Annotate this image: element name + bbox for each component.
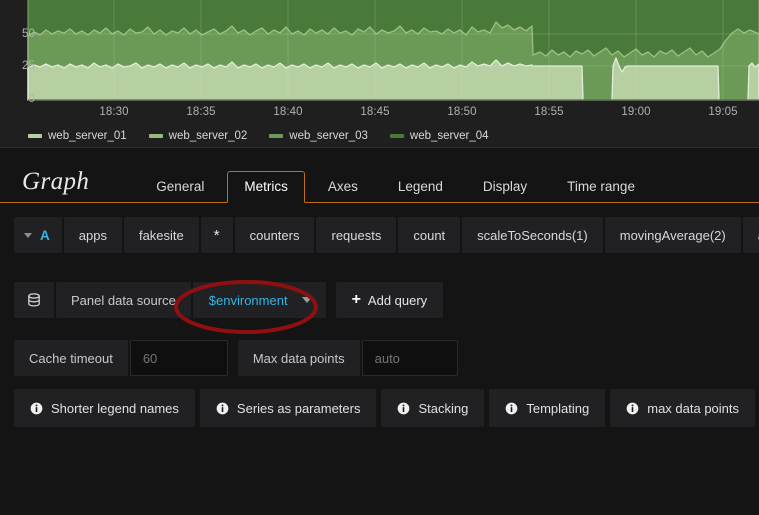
max-data-points-label: Max data points bbox=[238, 340, 360, 376]
help-max-data-points[interactable]: max data points bbox=[610, 389, 755, 427]
query-refid-toggle[interactable]: A bbox=[14, 217, 62, 253]
graph-x-tick: 19:05 bbox=[708, 106, 737, 118]
info-icon bbox=[397, 402, 410, 415]
graph-panel: 50 25 0 18:30 18:35 18:40 18:45 18:50 18… bbox=[0, 0, 759, 148]
add-query-label: Add query bbox=[368, 293, 427, 308]
tab-legend[interactable]: Legend bbox=[381, 171, 460, 203]
legend-color-swatch bbox=[390, 134, 404, 138]
legend-color-swatch bbox=[28, 134, 42, 138]
query-segment-requests[interactable]: requests bbox=[316, 217, 396, 253]
graph-plot-area[interactable]: 50 25 0 18:30 18:35 18:40 18:45 18:50 18… bbox=[0, 0, 759, 122]
tab-axes[interactable]: Axes bbox=[311, 171, 375, 203]
cache-timeout-input[interactable] bbox=[130, 340, 228, 376]
query-function-moving-average[interactable]: movingAverage(2) bbox=[605, 217, 741, 253]
help-stacking[interactable]: Stacking bbox=[381, 389, 484, 427]
plus-icon: + bbox=[352, 292, 361, 308]
info-icon bbox=[505, 402, 518, 415]
graph-x-tick: 19:00 bbox=[621, 106, 650, 118]
tab-general[interactable]: General bbox=[139, 171, 221, 203]
help-series-as-parameters[interactable]: Series as parameters bbox=[200, 389, 377, 427]
graph-legend: web_server_01 web_server_02 web_server_0… bbox=[0, 126, 759, 146]
help-links-row: Shorter legend names Series as parameter… bbox=[0, 383, 759, 433]
tab-time-range[interactable]: Time range bbox=[550, 171, 652, 203]
legend-item[interactable]: web_server_03 bbox=[269, 130, 368, 142]
add-query-button[interactable]: + Add query bbox=[336, 282, 444, 318]
legend-series-label: web_server_03 bbox=[289, 130, 368, 142]
datasource-label: Panel data source bbox=[56, 282, 191, 318]
query-segment-apps[interactable]: apps bbox=[64, 217, 122, 253]
datasource-row: Panel data source $environment + Add que… bbox=[0, 267, 759, 333]
legend-color-swatch bbox=[149, 134, 163, 138]
query-segment-fakesite[interactable]: fakesite bbox=[124, 217, 199, 253]
help-shorter-legend-names[interactable]: Shorter legend names bbox=[14, 389, 195, 427]
chevron-down-icon bbox=[24, 233, 32, 238]
info-icon bbox=[30, 402, 43, 415]
graph-plot-svg bbox=[0, 0, 759, 122]
graph-x-tick: 18:50 bbox=[447, 106, 476, 118]
editor-tabbar: Graph General Metrics Axes Legend Displa… bbox=[0, 148, 759, 203]
legend-item[interactable]: web_server_02 bbox=[149, 130, 248, 142]
help-link-label: Series as parameters bbox=[237, 401, 361, 416]
panel-editor: Graph General Metrics Axes Legend Displa… bbox=[0, 148, 759, 514]
query-segment-counters[interactable]: counters bbox=[235, 217, 315, 253]
graph-x-tick: 18:55 bbox=[534, 106, 563, 118]
max-data-points-input[interactable] bbox=[362, 340, 458, 376]
datasource-select[interactable]: $environment bbox=[193, 282, 326, 318]
legend-series-label: web_server_01 bbox=[48, 130, 127, 142]
database-icon bbox=[26, 292, 42, 308]
query-function-alias-by-node[interactable]: aliasByNode(2 bbox=[743, 217, 759, 253]
help-link-label: max data points bbox=[647, 401, 739, 416]
graph-y-tick: 0 bbox=[29, 93, 36, 105]
graph-x-tick: 18:40 bbox=[273, 106, 302, 118]
legend-color-swatch bbox=[269, 134, 283, 138]
query-row-a: A apps fakesite * counters requests coun… bbox=[0, 203, 759, 267]
help-link-label: Stacking bbox=[418, 401, 468, 416]
tab-metrics[interactable]: Metrics bbox=[227, 171, 305, 203]
chevron-down-icon bbox=[302, 297, 312, 303]
graph-x-tick: 18:30 bbox=[99, 106, 128, 118]
graph-y-tick: 50 bbox=[22, 28, 35, 40]
info-icon bbox=[626, 402, 639, 415]
query-ref-id: A bbox=[40, 228, 50, 243]
help-templating[interactable]: Templating bbox=[489, 389, 605, 427]
datasource-value: $environment bbox=[209, 293, 288, 308]
graph-y-tick: 25 bbox=[22, 60, 35, 72]
graph-x-tick: 18:45 bbox=[360, 106, 389, 118]
datasource-icon-button[interactable] bbox=[14, 282, 54, 318]
graph-x-tick: 18:35 bbox=[186, 106, 215, 118]
legend-series-label: web_server_02 bbox=[169, 130, 248, 142]
panel-type-title: Graph bbox=[22, 169, 89, 202]
tab-display[interactable]: Display bbox=[466, 171, 544, 203]
legend-series-label: web_server_04 bbox=[410, 130, 489, 142]
cache-timeout-label: Cache timeout bbox=[14, 340, 128, 376]
query-segment-wildcard[interactable]: * bbox=[201, 217, 233, 253]
query-function-scale-to-seconds[interactable]: scaleToSeconds(1) bbox=[462, 217, 603, 253]
legend-item[interactable]: web_server_04 bbox=[390, 130, 489, 142]
help-link-label: Shorter legend names bbox=[51, 401, 179, 416]
help-link-label: Templating bbox=[526, 401, 589, 416]
query-options-row: Cache timeout Max data points bbox=[0, 333, 759, 383]
query-segment-count[interactable]: count bbox=[398, 217, 460, 253]
legend-item[interactable]: web_server_01 bbox=[28, 130, 127, 142]
info-icon bbox=[216, 402, 229, 415]
